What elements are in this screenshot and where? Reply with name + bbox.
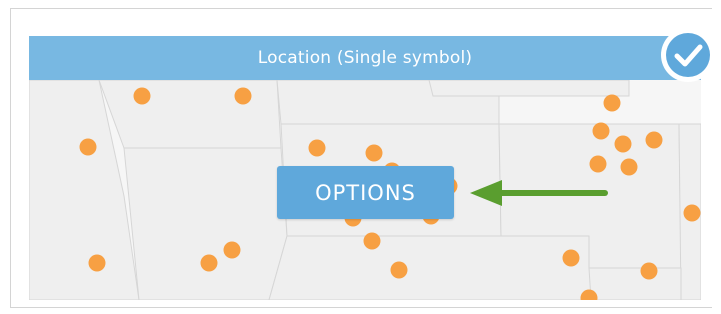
map-point-marker bbox=[592, 122, 610, 140]
map-point-marker bbox=[88, 254, 106, 272]
map-point-marker bbox=[390, 261, 408, 279]
map-point-marker bbox=[562, 249, 580, 267]
map-point-marker bbox=[620, 158, 638, 176]
map-region bbox=[428, 79, 630, 97]
options-button[interactable]: OPTIONS bbox=[277, 166, 454, 219]
map-point-marker bbox=[645, 131, 663, 149]
map-point-marker bbox=[363, 232, 381, 250]
map-point-marker bbox=[683, 204, 701, 222]
map-point-marker bbox=[79, 138, 97, 156]
options-button-label: OPTIONS bbox=[315, 180, 416, 205]
map-point-marker bbox=[603, 94, 621, 112]
map-region bbox=[98, 79, 282, 149]
widget-title-bar: Location (Single symbol) bbox=[29, 36, 701, 80]
map-point-marker bbox=[308, 139, 326, 157]
map-widget-card: Location (Single symbol) OPTIONS bbox=[29, 36, 701, 300]
map-region bbox=[588, 267, 682, 300]
map-point-marker bbox=[589, 155, 607, 173]
check-circle-icon[interactable] bbox=[659, 26, 717, 84]
map-region bbox=[123, 147, 288, 300]
widget-title: Location (Single symbol) bbox=[257, 48, 473, 68]
map-region bbox=[268, 235, 592, 300]
map-point-marker bbox=[614, 135, 632, 153]
arrow-left-icon bbox=[470, 180, 608, 206]
map-point-marker bbox=[234, 87, 252, 105]
map-point-marker bbox=[640, 262, 658, 280]
map-point-marker bbox=[200, 254, 218, 272]
map-point-marker bbox=[365, 144, 383, 162]
map-point-marker bbox=[223, 241, 241, 259]
map-point-marker bbox=[133, 87, 151, 105]
